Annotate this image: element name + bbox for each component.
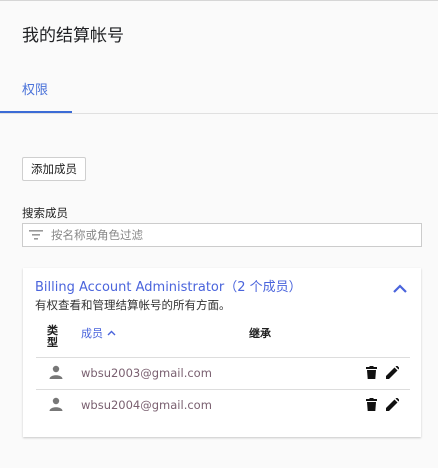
column-header-type: 类型 [47, 324, 58, 349]
tab-permissions[interactable]: 权限 [22, 79, 48, 98]
role-card: Billing Account Administrator（2 个成员） 有权查… [23, 268, 421, 437]
search-input[interactable] [51, 228, 391, 242]
search-label: 搜索成员 [22, 206, 68, 220]
page-title: 我的结算帐号 [22, 26, 124, 46]
pencil-icon[interactable] [386, 398, 399, 411]
member-row: wbsu2004@gmail.com [36, 390, 410, 421]
trash-icon[interactable] [366, 366, 377, 379]
member-email: wbsu2003@gmail.com [81, 366, 212, 380]
trash-icon[interactable] [366, 398, 377, 411]
tab-divider [0, 113, 438, 114]
filter-icon [29, 230, 43, 240]
column-header-inherit: 继承 [249, 327, 271, 340]
member-email: wbsu2004@gmail.com [81, 398, 212, 412]
role-description: 有权查看和管理结算帐号的所有方面。 [35, 298, 231, 312]
search-field[interactable] [22, 223, 422, 247]
role-title[interactable]: Billing Account Administrator（2 个成员） [35, 276, 302, 295]
member-row: wbsu2003@gmail.com [36, 358, 410, 389]
person-icon [49, 397, 63, 411]
person-icon [49, 365, 63, 379]
top-border [0, 0, 438, 1]
chevron-up-icon[interactable] [393, 278, 407, 297]
pencil-icon[interactable] [386, 366, 399, 379]
column-header-member[interactable]: 成员 [81, 325, 116, 341]
column-member-label: 成员 [81, 327, 103, 340]
sort-ascending-icon [107, 330, 116, 336]
add-member-button[interactable]: 添加成员 [22, 157, 86, 181]
